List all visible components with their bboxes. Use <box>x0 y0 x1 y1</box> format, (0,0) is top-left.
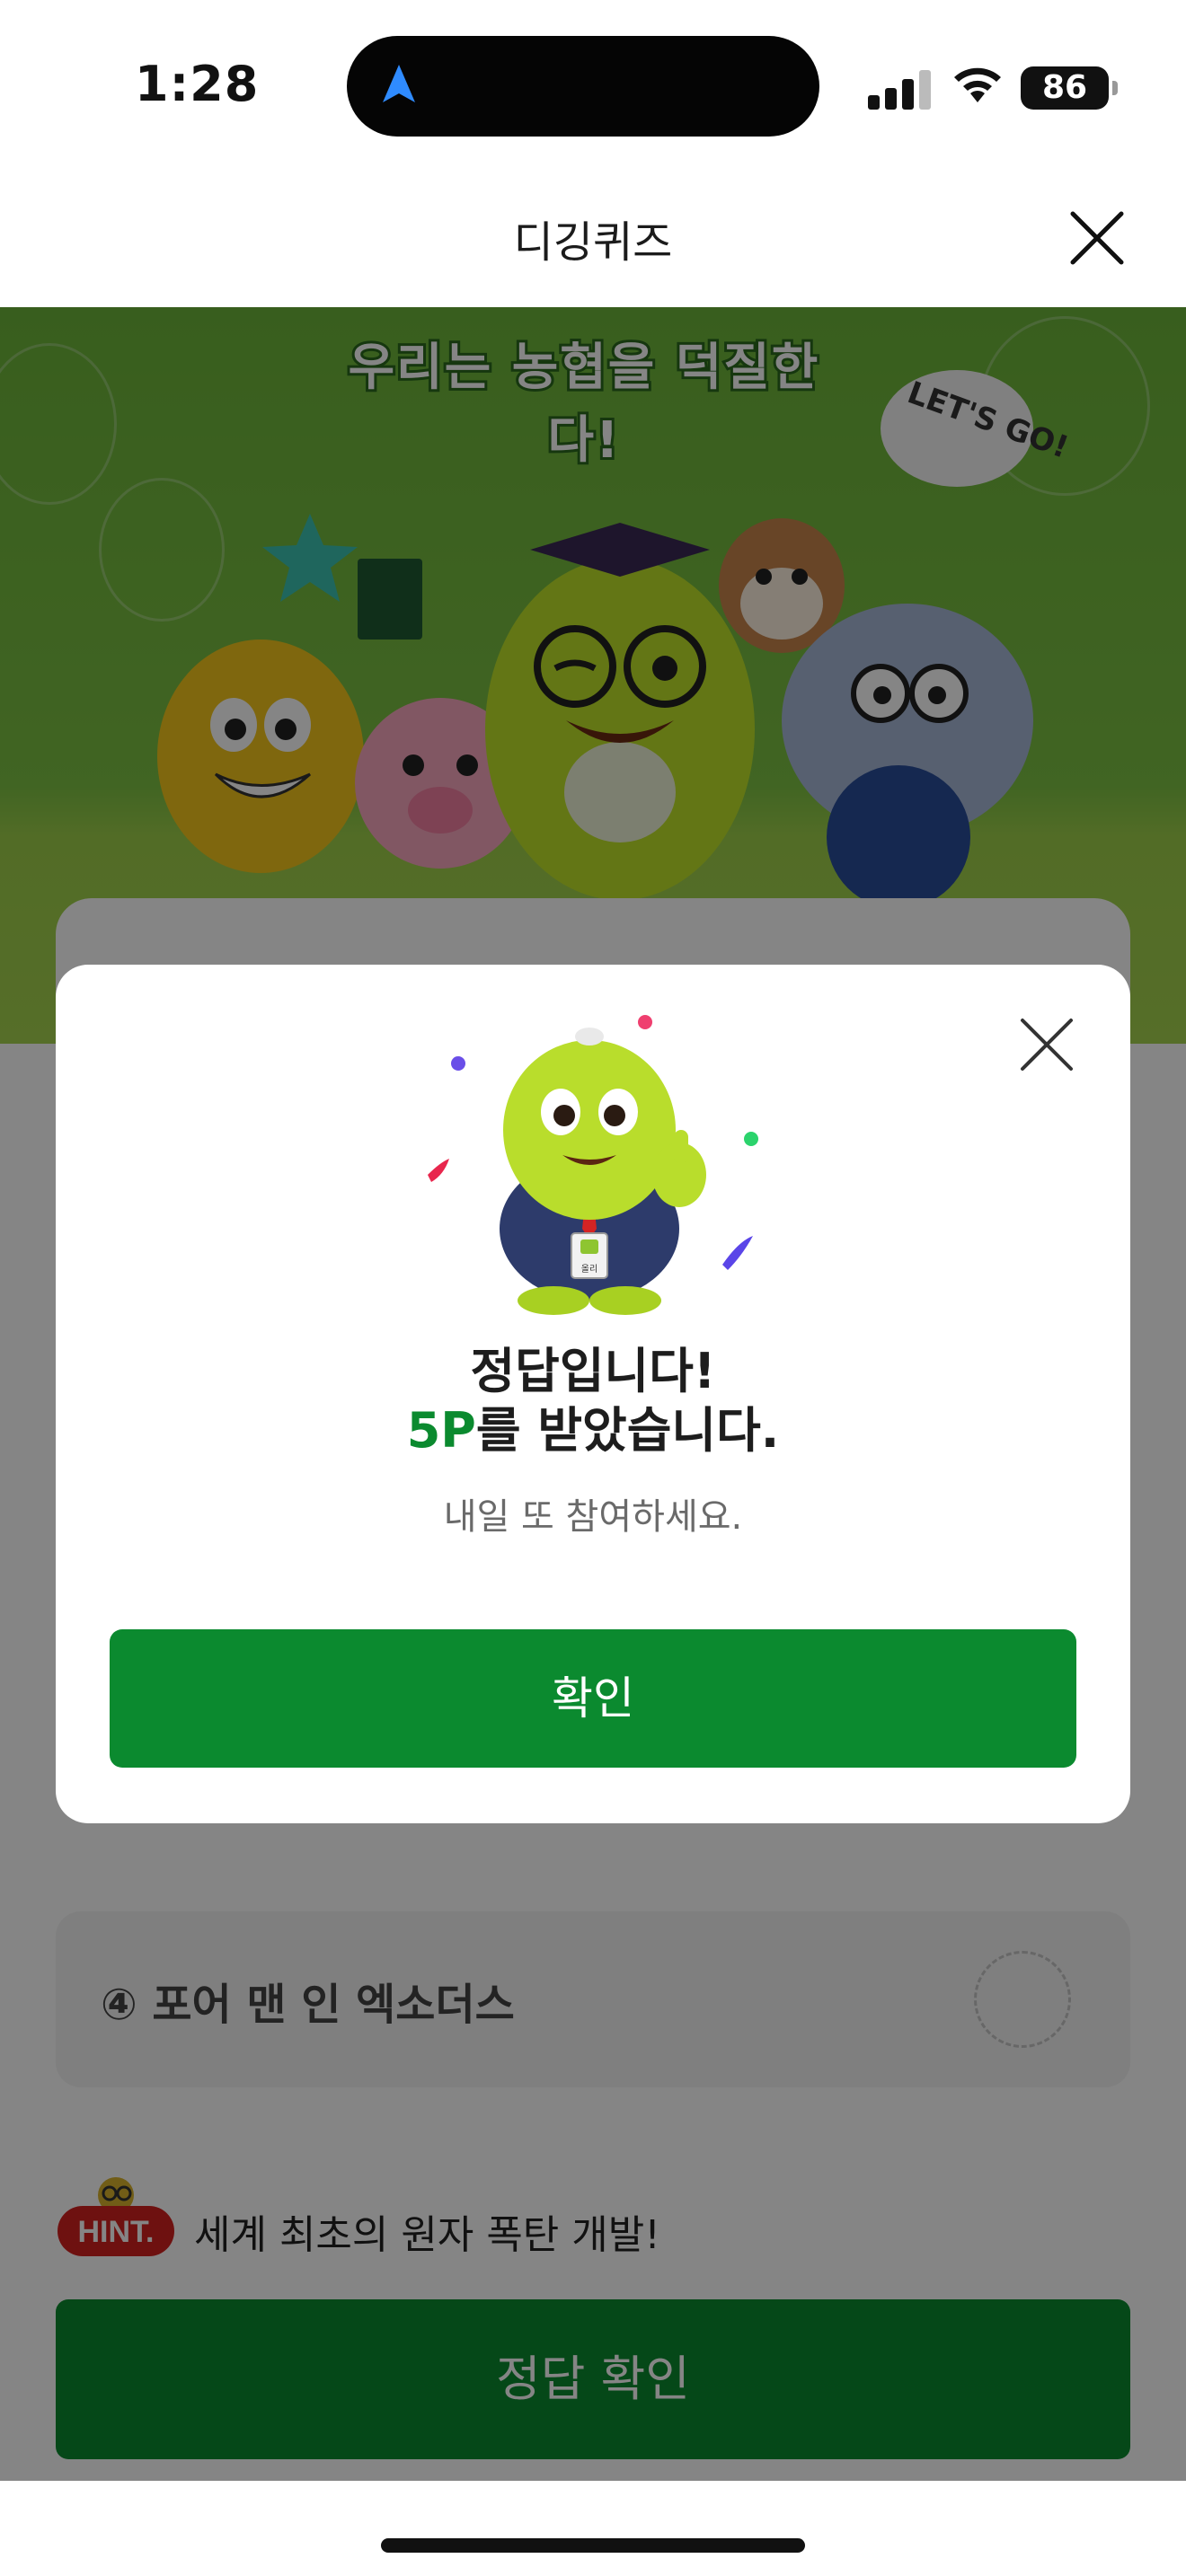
close-icon[interactable] <box>1017 1015 1076 1074</box>
signal-icon <box>868 70 933 110</box>
home-indicator[interactable] <box>381 2538 805 2553</box>
home-indicator-area <box>0 2481 1186 2576</box>
mascot-illustration: 올리 <box>428 1015 758 1315</box>
wifi-icon <box>954 67 1001 102</box>
status-time: 1:28 <box>135 56 260 112</box>
confirm-button[interactable]: 확인 <box>110 1629 1076 1768</box>
points-value: 5P <box>406 1402 476 1459</box>
app-header: 디깅퀴즈 <box>0 171 1186 307</box>
location-arrow-icon <box>383 65 415 102</box>
battery-icon: 86 <box>1021 66 1109 110</box>
page-title: 디깅퀴즈 <box>513 217 673 268</box>
modal-subtitle: 내일 또 참여하세요. <box>443 1496 743 1538</box>
close-icon[interactable] <box>1066 207 1128 269</box>
status-bar: 1:28 86 <box>0 0 1186 171</box>
points-message-text: 를 받았습니다. <box>475 1402 780 1459</box>
dynamic-island <box>347 36 819 137</box>
battery-tip <box>1112 81 1118 95</box>
mascot-badge-label: 올리 <box>581 1264 597 1275</box>
modal-points-message: 5P를 받았습니다. <box>56 1390 1130 1461</box>
